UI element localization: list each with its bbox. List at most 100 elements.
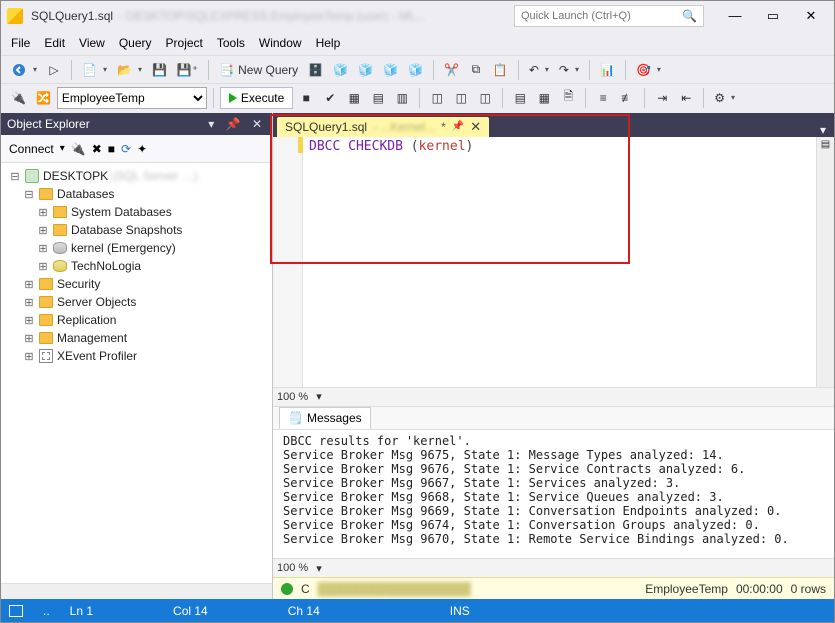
change-connection-icon[interactable]: 🔀: [32, 87, 55, 109]
include-plan-icon[interactable]: ◫: [426, 87, 448, 109]
refresh-icon[interactable]: ⟳: [121, 142, 131, 156]
tab-overflow-icon[interactable]: ▾: [812, 123, 834, 137]
panel-close-icon[interactable]: ✕: [248, 117, 266, 131]
results-text-icon[interactable]: ▤: [509, 87, 531, 109]
dmx-icon[interactable]: 🧊: [354, 59, 377, 81]
paste-button[interactable]: 📋: [489, 59, 512, 81]
object-explorer-tree[interactable]: ⊟DESKTOPK (SQL Server …) ⊟Databases ⊞Sys…: [1, 163, 272, 583]
expander[interactable]: ⊞: [23, 350, 35, 363]
quick-launch-input[interactable]: [521, 10, 678, 22]
system-databases-node[interactable]: System Databases: [71, 205, 172, 219]
new-project-button[interactable]: 📄: [78, 59, 111, 81]
cut-button[interactable]: ✂️: [440, 59, 463, 81]
specify-values-icon[interactable]: ⚙: [710, 87, 739, 109]
disconnect-icon[interactable]: ✖: [92, 142, 102, 156]
expander[interactable]: ⊞: [37, 242, 49, 255]
expander[interactable]: ⊞: [37, 224, 49, 237]
query-options-icon[interactable]: ▤: [367, 87, 389, 109]
menu-project[interactable]: Project: [166, 36, 203, 50]
mdx-icon[interactable]: 🧊: [329, 59, 352, 81]
expander[interactable]: ⊟: [9, 170, 21, 183]
menu-query[interactable]: Query: [119, 36, 152, 50]
server-node[interactable]: DESKTOPK: [43, 169, 108, 183]
expander[interactable]: ⊞: [23, 314, 35, 327]
forward-button[interactable]: ▷: [43, 59, 65, 81]
expander[interactable]: ⊞: [37, 260, 49, 273]
expander[interactable]: ⊞: [37, 206, 49, 219]
vertical-scrollbar[interactable]: ▤: [816, 137, 834, 387]
expander[interactable]: ⊞: [23, 332, 35, 345]
menu-edit[interactable]: Edit: [44, 36, 65, 50]
status-mode-icon[interactable]: [9, 605, 23, 617]
security-node[interactable]: Security: [57, 277, 100, 291]
dax-icon[interactable]: 🧊: [404, 59, 427, 81]
panel-pin-icon[interactable]: 📌: [222, 117, 245, 131]
stop-icon[interactable]: ■: [108, 142, 115, 156]
open-button[interactable]: 📂: [113, 59, 146, 81]
connect-icon[interactable]: 🔌: [7, 87, 30, 109]
messages-pane[interactable]: DBCC results for 'kernel'. Service Broke…: [273, 430, 834, 558]
undo-button[interactable]: ↶: [525, 59, 553, 81]
expander[interactable]: ⊞: [23, 278, 35, 291]
database-selector[interactable]: EmployeeTemp: [57, 87, 207, 109]
tab-close-icon[interactable]: ✕: [470, 119, 481, 135]
minimize-button[interactable]: —: [718, 4, 752, 28]
engine-query-icon[interactable]: 🗄️: [304, 59, 327, 81]
database-snapshots-node[interactable]: Database Snapshots: [71, 223, 182, 237]
parse-button[interactable]: ✔: [319, 87, 341, 109]
execute-button[interactable]: Execute: [220, 87, 293, 109]
indent-icon[interactable]: ⇥: [651, 87, 673, 109]
split-icon[interactable]: ▤: [821, 139, 830, 150]
sql-editor[interactable]: DBCC CHECKDB (kernel) ▤: [273, 137, 834, 387]
expander[interactable]: ⊟: [23, 188, 35, 201]
expander[interactable]: ⊞: [23, 296, 35, 309]
menu-window[interactable]: Window: [259, 36, 302, 50]
database-kernel-node[interactable]: kernel (Emergency): [71, 241, 176, 255]
maximize-button[interactable]: ▭: [756, 4, 790, 28]
estimated-plan-icon[interactable]: ▦: [343, 87, 365, 109]
filter-icon[interactable]: ✦: [137, 142, 147, 156]
save-button[interactable]: 💾: [148, 59, 171, 81]
redo-button[interactable]: ↷: [555, 59, 583, 81]
live-stats-icon[interactable]: ◫: [450, 87, 472, 109]
editor-zoom[interactable]: 100 %: [277, 391, 308, 403]
xevent-profiler-node[interactable]: XEvent Profiler: [57, 349, 137, 363]
back-button[interactable]: [7, 59, 41, 81]
close-button[interactable]: ✕: [794, 4, 828, 28]
menu-view[interactable]: View: [79, 36, 105, 50]
server-objects-node[interactable]: Server Objects: [57, 295, 136, 309]
copy-button[interactable]: ⧉: [465, 59, 487, 81]
document-tabs: SQLQuery1.sql - ...Kernel... * 📌 ✕ ▾: [273, 113, 834, 137]
registered-servers-icon[interactable]: 🎯: [632, 59, 665, 81]
messages-tab[interactable]: 🗒️ Messages: [279, 407, 371, 429]
zoom-dropdown-icon[interactable]: ▾: [316, 390, 322, 403]
intellisense-icon[interactable]: ▥: [391, 87, 413, 109]
client-stats-icon[interactable]: ◫: [474, 87, 496, 109]
management-node[interactable]: Management: [57, 331, 127, 345]
document-tab-active[interactable]: SQLQuery1.sql - ...Kernel... * 📌 ✕: [277, 117, 489, 137]
save-all-button[interactable]: 💾⁺: [173, 59, 202, 81]
menu-tools[interactable]: Tools: [217, 36, 245, 50]
database-technologia-node[interactable]: TechNoLogia: [71, 259, 141, 273]
comment-icon[interactable]: ≡: [592, 87, 614, 109]
activity-monitor-icon[interactable]: 📊: [596, 59, 619, 81]
new-query-button[interactable]: 📑 New Query: [215, 59, 302, 81]
outdent-icon[interactable]: ⇤: [675, 87, 697, 109]
quick-launch[interactable]: 🔍: [514, 5, 704, 27]
code-area[interactable]: DBCC CHECKDB (kernel): [303, 137, 816, 387]
panel-dropdown-icon[interactable]: ▾: [204, 117, 218, 131]
results-grid-icon[interactable]: ▦: [533, 87, 555, 109]
tab-pin-icon[interactable]: 📌: [452, 121, 464, 132]
results-file-icon[interactable]: 🗎: [557, 87, 579, 109]
xmla-icon[interactable]: 🧊: [379, 59, 402, 81]
stop-button[interactable]: ■: [295, 87, 317, 109]
replication-node[interactable]: Replication: [57, 313, 116, 327]
uncomment-icon[interactable]: ≢: [616, 87, 638, 109]
menu-help[interactable]: Help: [316, 36, 341, 50]
horizontal-scrollbar[interactable]: [1, 583, 272, 599]
databases-node[interactable]: Databases: [57, 187, 114, 201]
menu-file[interactable]: File: [11, 36, 30, 50]
zoom-dropdown-icon[interactable]: ▾: [316, 562, 322, 575]
connect-plug-icon[interactable]: 🔌: [71, 142, 86, 156]
messages-zoom[interactable]: 100 %: [277, 562, 308, 574]
